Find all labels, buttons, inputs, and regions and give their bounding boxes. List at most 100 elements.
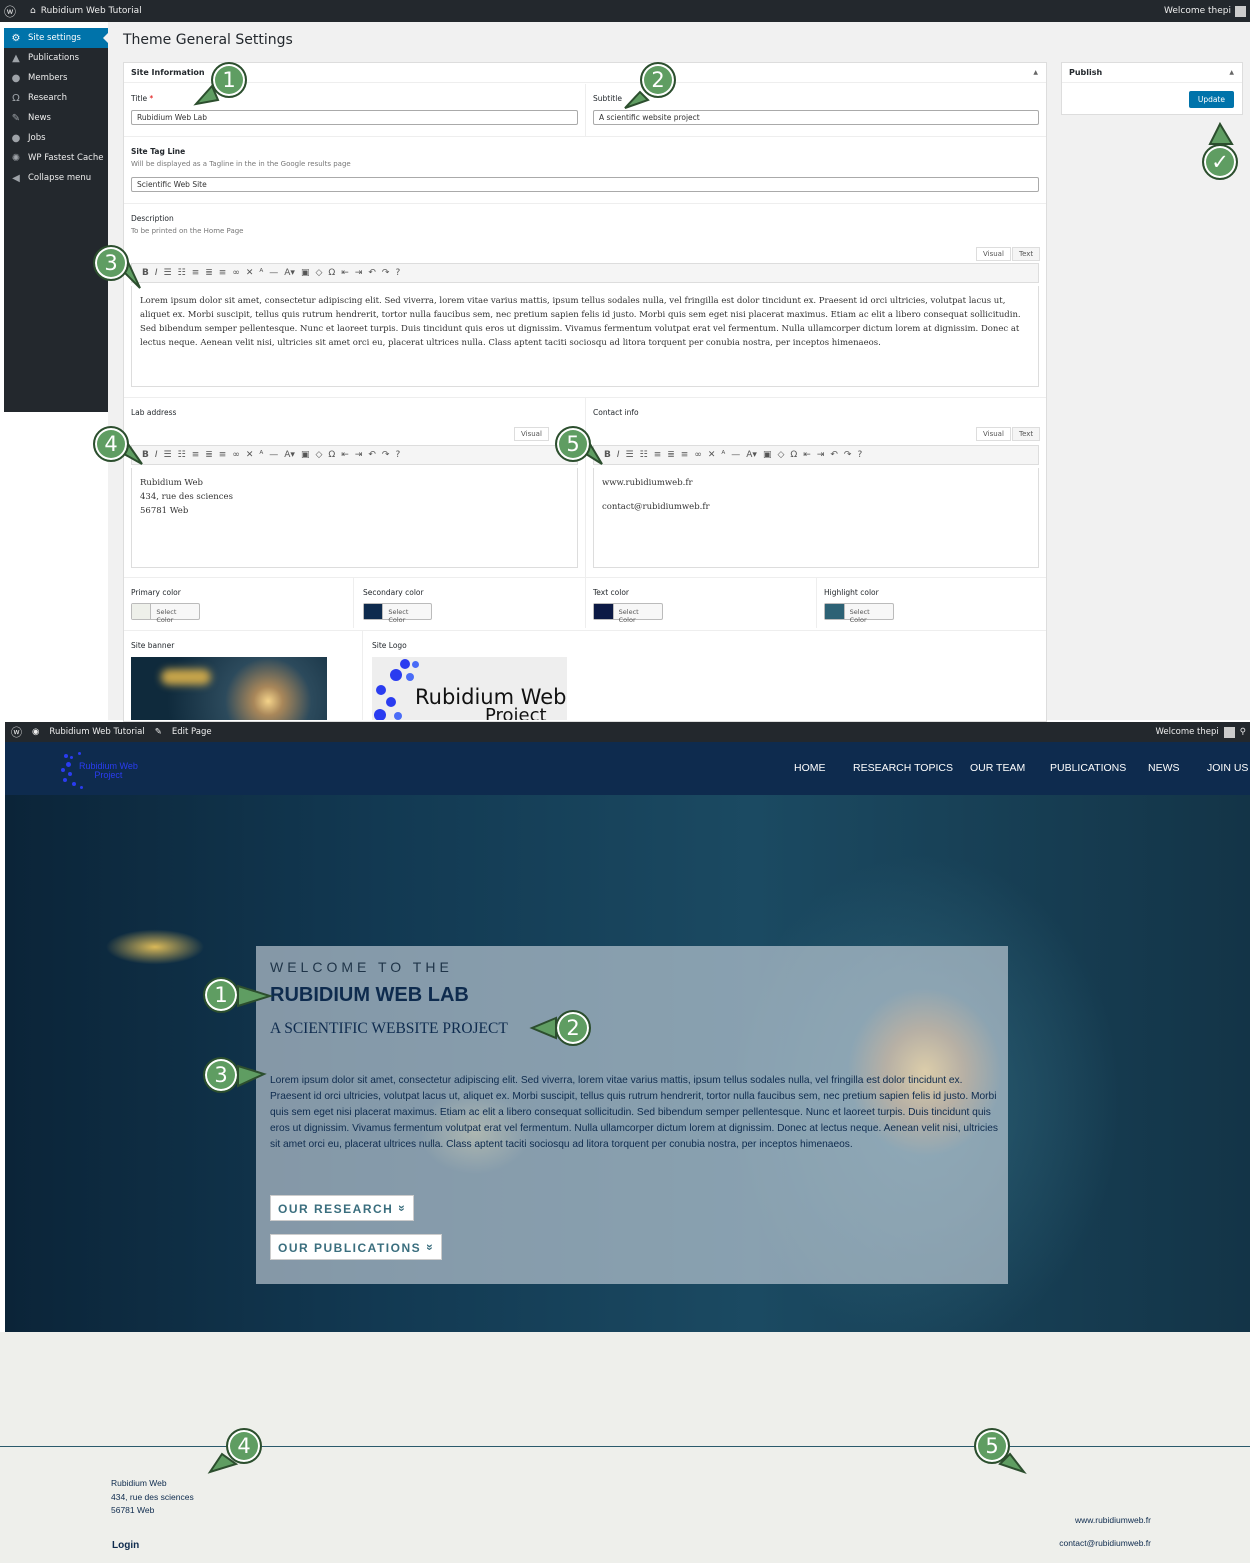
contact-editor[interactable]: www.rubidiumweb.fr contact@rubidiumweb.f… bbox=[593, 468, 1039, 568]
strikethrough-icon[interactable]: ᴬ bbox=[259, 268, 263, 278]
strikethrough-icon[interactable]: ᴬ bbox=[259, 450, 263, 460]
primary-color-picker[interactable]: Select Color bbox=[131, 603, 200, 624]
footer-web-link[interactable]: www.rubidiumweb.fr bbox=[1075, 1514, 1151, 1528]
align-right-icon[interactable]: ≡ bbox=[219, 268, 227, 278]
admin-site-link[interactable]: ⌂ Rubidium Web Tutorial bbox=[30, 6, 142, 16]
indent-icon[interactable]: ⇥ bbox=[355, 268, 363, 278]
indent-icon[interactable]: ⇥ bbox=[355, 450, 363, 460]
bold-icon[interactable]: B bbox=[604, 450, 611, 460]
align-right-icon[interactable]: ≡ bbox=[219, 450, 227, 460]
footer-login-link[interactable]: Login bbox=[112, 1539, 139, 1553]
numbered-list-icon[interactable]: ☷ bbox=[178, 268, 186, 278]
outdent-icon[interactable]: ⇤ bbox=[341, 450, 349, 460]
tab-visual[interactable]: Visual bbox=[514, 427, 549, 441]
tab-text[interactable]: Text bbox=[1012, 247, 1041, 261]
text-color-icon[interactable]: A▾ bbox=[746, 450, 757, 460]
redo-icon[interactable]: ↷ bbox=[382, 268, 390, 278]
link-icon[interactable]: ∞ bbox=[232, 450, 240, 460]
undo-icon[interactable]: ↶ bbox=[368, 268, 376, 278]
undo-icon[interactable]: ↶ bbox=[368, 450, 376, 460]
text-color-icon[interactable]: A▾ bbox=[284, 268, 295, 278]
special-char-icon[interactable]: Ω bbox=[328, 268, 335, 278]
site-information-header[interactable]: Site Information ▲ bbox=[124, 63, 1046, 83]
special-char-icon[interactable]: Ω bbox=[790, 450, 797, 460]
highlight-color-picker[interactable]: Select Color bbox=[824, 603, 894, 624]
sidebar-item-news[interactable]: ✎ News bbox=[4, 108, 108, 128]
align-center-icon[interactable]: ≣ bbox=[205, 450, 213, 460]
align-left-icon[interactable]: ≡ bbox=[192, 450, 200, 460]
wordpress-logo-icon[interactable]: ⓦ bbox=[11, 724, 22, 740]
wordpress-logo-icon[interactable]: ⓦ bbox=[0, 3, 20, 20]
bullet-list-icon[interactable]: ☰ bbox=[164, 450, 172, 460]
tab-visual[interactable]: Visual bbox=[976, 247, 1011, 261]
italic-icon[interactable]: I bbox=[617, 450, 620, 460]
collapse-arrow-icon[interactable]: ▲ bbox=[1229, 69, 1234, 76]
bullet-list-icon[interactable]: ☰ bbox=[626, 450, 634, 460]
site-name-link[interactable]: Rubidium Web Tutorial bbox=[49, 727, 144, 737]
admin-account[interactable]: Welcome thepi bbox=[1164, 0, 1246, 22]
bold-icon[interactable]: B bbox=[142, 268, 149, 278]
align-right-icon[interactable]: ≡ bbox=[681, 450, 689, 460]
help-icon[interactable]: ? bbox=[395, 268, 400, 278]
nav-news[interactable]: NEWS bbox=[1148, 762, 1180, 774]
horizontal-line-icon[interactable]: — bbox=[269, 450, 278, 460]
nav-research-topics[interactable]: RESEARCH TOPICS bbox=[853, 762, 953, 774]
clear-format-icon[interactable]: ◇ bbox=[315, 450, 322, 460]
sidebar-item-wp-fastest-cache[interactable]: ✺ WP Fastest Cache bbox=[4, 148, 108, 168]
title-field[interactable]: Rubidium Web Lab bbox=[131, 110, 578, 125]
nav-home[interactable]: HOME bbox=[794, 762, 826, 774]
unlink-icon[interactable]: ✕ bbox=[708, 450, 716, 460]
description-editor[interactable]: Lorem ipsum dolor sit amet, consectetur … bbox=[131, 286, 1039, 387]
sidebar-item-jobs[interactable]: ● Jobs bbox=[4, 128, 108, 148]
sidebar-item-collapse-menu[interactable]: ◀ Collapse menu bbox=[4, 168, 108, 188]
special-char-icon[interactable]: Ω bbox=[328, 450, 335, 460]
subtitle-field[interactable]: A scientific website project bbox=[593, 110, 1039, 125]
unlink-icon[interactable]: ✕ bbox=[246, 450, 254, 460]
clear-format-icon[interactable]: ◇ bbox=[315, 268, 322, 278]
footer-email-link[interactable]: contact@rubidiumweb.fr bbox=[1059, 1537, 1151, 1551]
tagline-field[interactable]: Scientific Web Site bbox=[131, 177, 1039, 192]
tab-text[interactable]: Text bbox=[1012, 427, 1041, 441]
outdent-icon[interactable]: ⇤ bbox=[803, 450, 811, 460]
align-left-icon[interactable]: ≡ bbox=[192, 268, 200, 278]
nav-our-team[interactable]: OUR TEAM bbox=[970, 762, 1025, 774]
nav-publications[interactable]: PUBLICATIONS bbox=[1050, 762, 1126, 774]
horizontal-line-icon[interactable]: — bbox=[269, 268, 278, 278]
undo-icon[interactable]: ↶ bbox=[830, 450, 838, 460]
our-publications-button[interactable]: OUR PUBLICATIONS » bbox=[270, 1234, 443, 1260]
paste-text-icon[interactable]: ▣ bbox=[763, 450, 772, 460]
address-editor[interactable]: Rubidium Web 434, rue des sciences 56781… bbox=[131, 468, 578, 568]
strikethrough-icon[interactable]: ᴬ bbox=[721, 450, 725, 460]
unlink-icon[interactable]: ✕ bbox=[246, 268, 254, 278]
link-icon[interactable]: ∞ bbox=[694, 450, 702, 460]
align-left-icon[interactable]: ≡ bbox=[654, 450, 662, 460]
bullet-list-icon[interactable]: ☰ bbox=[164, 268, 172, 278]
help-icon[interactable]: ? bbox=[395, 450, 400, 460]
site-banner-image[interactable] bbox=[131, 657, 327, 720]
align-center-icon[interactable]: ≣ bbox=[205, 268, 213, 278]
paste-text-icon[interactable]: ▣ bbox=[301, 268, 310, 278]
redo-icon[interactable]: ↷ bbox=[844, 450, 852, 460]
horizontal-line-icon[interactable]: — bbox=[731, 450, 740, 460]
outdent-icon[interactable]: ⇤ bbox=[341, 268, 349, 278]
collapse-arrow-icon[interactable]: ▲ bbox=[1033, 69, 1038, 76]
sidebar-item-research[interactable]: Ω Research bbox=[4, 88, 108, 108]
tab-visual[interactable]: Visual bbox=[976, 427, 1011, 441]
paste-text-icon[interactable]: ▣ bbox=[301, 450, 310, 460]
align-center-icon[interactable]: ≣ bbox=[667, 450, 675, 460]
indent-icon[interactable]: ⇥ bbox=[817, 450, 825, 460]
bold-icon[interactable]: B bbox=[142, 450, 149, 460]
nav-join-us[interactable]: JOIN US bbox=[1207, 762, 1248, 774]
publish-header[interactable]: Publish ▲ bbox=[1062, 63, 1242, 83]
secondary-color-picker[interactable]: Select Color bbox=[363, 603, 432, 624]
sidebar-item-publications[interactable]: ▲ Publications bbox=[4, 48, 108, 68]
search-icon[interactable]: ⚲ bbox=[1240, 727, 1246, 737]
text-color-icon[interactable]: A▾ bbox=[284, 450, 295, 460]
edit-page-link[interactable]: Edit Page bbox=[172, 727, 212, 737]
numbered-list-icon[interactable]: ☷ bbox=[178, 450, 186, 460]
italic-icon[interactable]: I bbox=[155, 268, 158, 278]
clear-format-icon[interactable]: ◇ bbox=[777, 450, 784, 460]
site-logo-image[interactable]: Rubidium Web Project bbox=[372, 657, 567, 720]
sidebar-item-site-settings[interactable]: ⚙ Site settings bbox=[4, 28, 108, 48]
site-account[interactable]: Welcome thepi ⚲ bbox=[1155, 722, 1246, 742]
